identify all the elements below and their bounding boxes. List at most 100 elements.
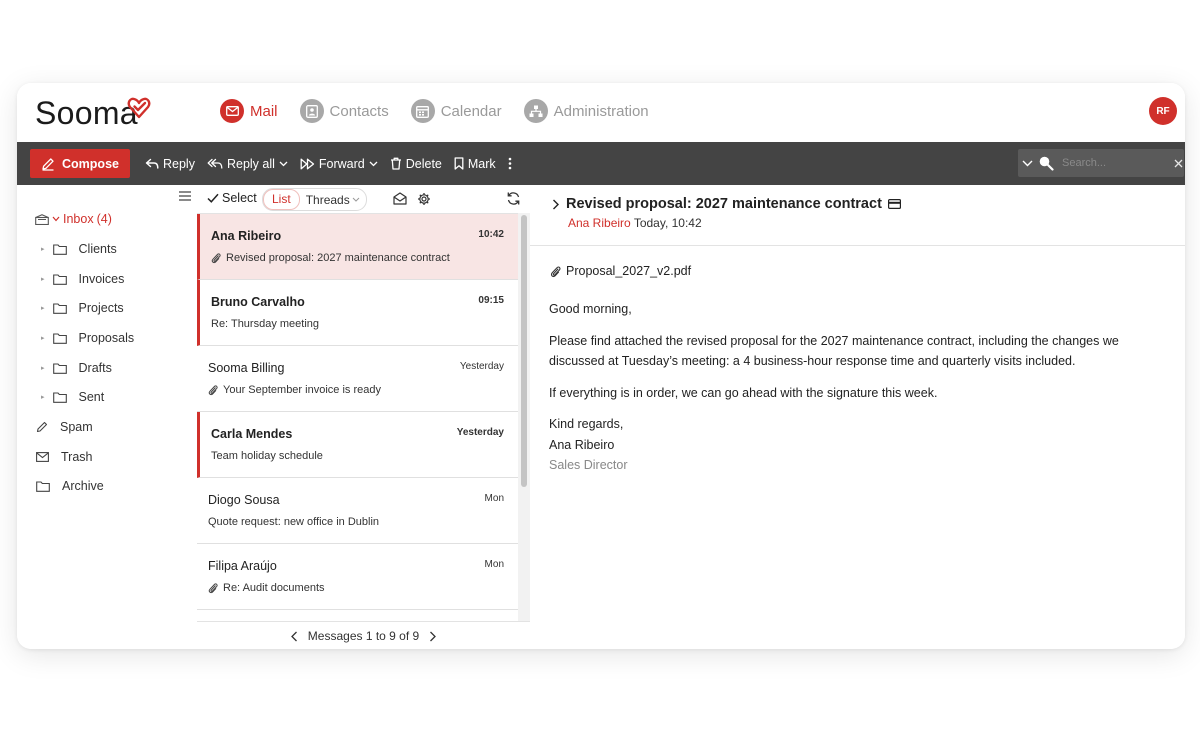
forward-label: Forward	[318, 156, 365, 171]
list-view-tab[interactable]: List	[263, 189, 300, 210]
body-closing: Kind regards,	[549, 417, 624, 431]
message-row[interactable]: Carla Mendes Yesterday Team holiday sche…	[197, 412, 518, 478]
refresh-icon[interactable]	[506, 191, 521, 206]
message-subject-heading: Revised proposal: 2027 maintenance contr…	[566, 196, 882, 212]
clear-search-icon[interactable]	[1174, 159, 1183, 168]
gear-icon[interactable]	[417, 192, 431, 206]
message-subject: Your September invoice is ready	[208, 384, 381, 396]
reply-button[interactable]: Reply	[145, 157, 195, 171]
trash-icon	[390, 157, 401, 170]
chevron-down-icon	[369, 161, 378, 166]
folder-icon	[52, 332, 67, 344]
contacts-icon	[299, 99, 324, 123]
message-subject: Quote request: new office in Dublin	[208, 516, 379, 528]
search-scope-chevron-icon[interactable]	[1022, 160, 1033, 167]
user-avatar[interactable]: RF	[1149, 97, 1177, 125]
logo[interactable]: Sooma	[35, 95, 151, 131]
brand-name: Sooma	[35, 95, 138, 131]
reply-all-label: Reply all	[226, 156, 275, 171]
forward-button[interactable]: Forward	[300, 157, 378, 171]
message-subject: Re: Audit documents	[208, 582, 325, 594]
top-header: Sooma Mail Contacts Calendar Administrat…	[17, 83, 1185, 142]
folder-label: Sent	[78, 390, 105, 404]
chevron-right-icon[interactable]	[552, 199, 560, 210]
sender-name[interactable]: Ana Ribeiro	[568, 216, 631, 230]
inbox-unread-count: (4)	[96, 212, 112, 226]
delete-button[interactable]: Delete	[390, 157, 442, 171]
folder-icon	[52, 243, 67, 255]
select-button[interactable]: Select	[207, 191, 257, 205]
previous-page-icon[interactable]	[290, 631, 298, 642]
folder-label: Invoices	[78, 272, 125, 286]
delete-label: Delete	[405, 156, 442, 171]
folder-drafts[interactable]: ▸ Drafts	[41, 361, 112, 375]
message-time: Yesterday	[459, 361, 504, 372]
nav-calendar[interactable]: Calendar	[410, 99, 502, 123]
folder-icon	[52, 362, 67, 374]
list-scrollbar[interactable]	[518, 213, 530, 621]
message-sender: Sooma Billing	[208, 361, 285, 375]
reply-all-button[interactable]: Reply all	[207, 157, 288, 171]
search-input[interactable]	[1060, 156, 1164, 170]
nav-mail[interactable]: Mail	[220, 99, 278, 123]
message-actions: Reply Reply all Forward Delete Mark	[145, 142, 512, 185]
paperclip-icon	[208, 583, 218, 594]
message-row[interactable]: Ana Ribeiro 10:42 Revised proposal: 2027…	[197, 214, 518, 280]
nav-contacts[interactable]: Contacts	[299, 99, 389, 123]
message-sender: Bruno Carvalho	[211, 295, 305, 309]
folder-proposals[interactable]: ▸ Proposals	[41, 331, 134, 345]
folder-icon	[36, 480, 50, 492]
mark-button[interactable]: Mark	[454, 157, 496, 171]
message-header: Revised proposal: 2027 maintenance contr…	[530, 185, 1185, 246]
next-page-icon[interactable]	[429, 631, 437, 642]
folder-label: Projects	[78, 301, 124, 315]
more-vertical-icon	[508, 157, 511, 170]
calendar-icon	[410, 99, 435, 123]
folder-label: Spam	[60, 420, 93, 434]
nav-administration[interactable]: Administration	[523, 99, 649, 123]
threads-label: Threads	[305, 192, 350, 207]
folder-icon	[52, 391, 67, 403]
select-label: Select	[222, 191, 257, 205]
chevron-down-icon[interactable]	[52, 216, 60, 222]
message-row[interactable]: Filipa Araújo Mon Re: Audit documents	[197, 544, 518, 610]
more-actions-button[interactable]	[508, 157, 512, 170]
attachment[interactable]: Proposal_2027_v2.pdf	[550, 264, 691, 278]
message-row[interactable]: Bruno Carvalho 09:15 Re: Thursday meetin…	[197, 280, 518, 346]
message-time: Yesterday	[456, 427, 504, 438]
nav-calendar-label: Calendar	[440, 102, 502, 120]
message-sender: Diogo Sousa	[208, 493, 280, 507]
message-list-panel: Select List Threads Ana Ribeiro 10:42 Re…	[197, 185, 531, 649]
threads-view-tab[interactable]: Threads	[300, 193, 366, 207]
folder-inbox[interactable]: Inbox (4)	[35, 212, 112, 226]
message-row[interactable]: Sooma Billing Yesterday Your September i…	[197, 346, 518, 412]
tree-branch: ▸	[41, 305, 45, 312]
message-subject: Re: Thursday meeting	[211, 318, 319, 330]
folder-archive[interactable]: Archive	[36, 479, 104, 493]
message-row[interactable]: Diogo Sousa Mon Quote request: new offic…	[197, 478, 518, 544]
menu-icon[interactable]	[179, 191, 191, 201]
inbox-icon	[35, 213, 49, 225]
message-subject: Team holiday schedule	[211, 450, 323, 462]
org-chart-icon	[523, 99, 548, 123]
pencil-icon	[42, 157, 54, 171]
nav-contacts-label: Contacts	[329, 102, 389, 120]
folder-trash[interactable]: Trash	[36, 450, 93, 464]
signature-name: Ana Ribeiro	[549, 437, 615, 452]
folder-label: Drafts	[78, 361, 112, 375]
folder-invoices[interactable]: ▸ Invoices	[41, 272, 124, 286]
body-greeting: Good morning,	[549, 302, 632, 316]
folder-sent[interactable]: ▸ Sent	[41, 390, 104, 404]
envelope-open-icon[interactable]	[393, 192, 407, 205]
tree-branch: ▸	[41, 276, 45, 283]
message-subject-text: Re: Audit documents	[223, 582, 325, 594]
reply-all-icon	[207, 158, 223, 169]
folder-projects[interactable]: ▸ Projects	[41, 301, 124, 315]
folder-clients[interactable]: ▸ Clients	[41, 242, 117, 256]
folder-spam[interactable]: Spam	[36, 420, 93, 434]
card-icon[interactable]	[887, 199, 901, 209]
compose-button[interactable]: Compose	[30, 149, 130, 178]
scrollbar-thumb[interactable]	[521, 215, 527, 487]
message-time: 09:15	[478, 295, 504, 306]
main-nav: Mail Contacts Calendar Administration	[220, 99, 649, 123]
